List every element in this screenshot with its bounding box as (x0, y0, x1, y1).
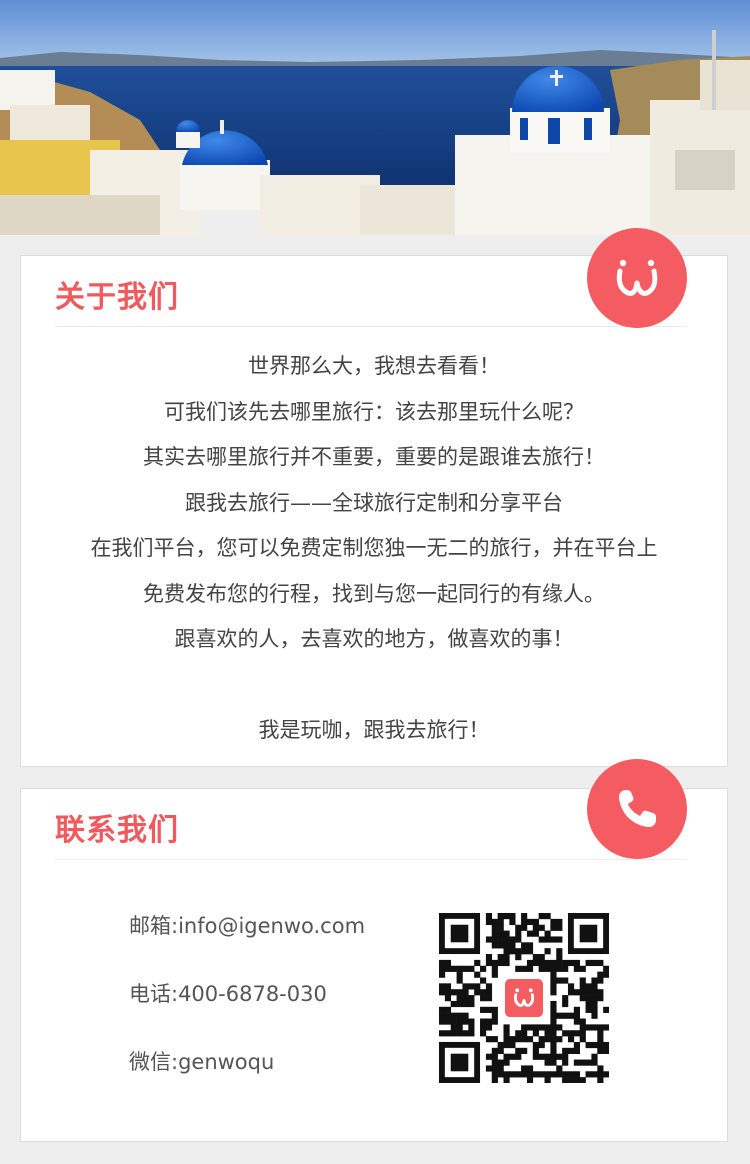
about-badge (587, 228, 687, 328)
qr-center-logo (502, 976, 546, 1020)
about-line: 我是玩咖，跟我去旅行！ (258, 718, 490, 742)
about-us-title: 关于我们 (55, 280, 179, 315)
contact-divider (55, 859, 687, 860)
hero-banner (0, 0, 750, 235)
contact-us-card: 联系我们 邮箱:info@igenwo.com 电话:400-6878-030 … (20, 759, 728, 1142)
about-line: 跟我去旅行——全球旅行定制和分享平台 (185, 490, 563, 515)
about-line: 其实去哪里旅行并不重要，重要的是跟谁去旅行！ (143, 445, 605, 469)
about-line: 跟喜欢的人，去喜欢的地方，做喜欢的事！ (174, 627, 574, 651)
qr-code (439, 913, 610, 1084)
contact-list: 邮箱:info@igenwo.com 电话:400-6878-030 微信:ge… (129, 905, 365, 1109)
contact-us-title: 联系我们 (55, 813, 179, 848)
contact-wechat: 微信:genwoqu (129, 1050, 275, 1074)
contact-email[interactable]: 邮箱:info@igenwo.com (129, 905, 365, 973)
about-divider (55, 326, 687, 327)
santorini-banner-image (0, 0, 750, 235)
about-line: 可我们该先去哪里旅行：该去那里玩什么呢？ (164, 399, 584, 424)
phone-icon (619, 790, 656, 827)
about-us-card: 关于我们 世界那么大，我想去看看！ 可我们该先去哪里旅行：该去那里玩什么呢？ 其… (20, 228, 728, 767)
genwo-logo-icon (513, 988, 535, 1007)
about-line: 在我们平台，您可以免费定制您独一无二的旅行，并在平台上 (90, 536, 658, 560)
about-text: 世界那么大，我想去看看！ 可我们该先去哪里旅行：该去那里玩什么呢？ 其实去哪里旅… (21, 344, 727, 754)
genwo-logo-icon (616, 259, 658, 296)
about-line-spacer (21, 663, 727, 709)
about-line: 世界那么大，我想去看看！ (248, 354, 500, 378)
contact-badge[interactable] (587, 759, 687, 859)
contact-phone[interactable]: 电话:400-6878-030 (129, 973, 365, 1041)
about-line: 免费发布您的行程，找到与您一起同行的有缘人。 (143, 581, 605, 606)
